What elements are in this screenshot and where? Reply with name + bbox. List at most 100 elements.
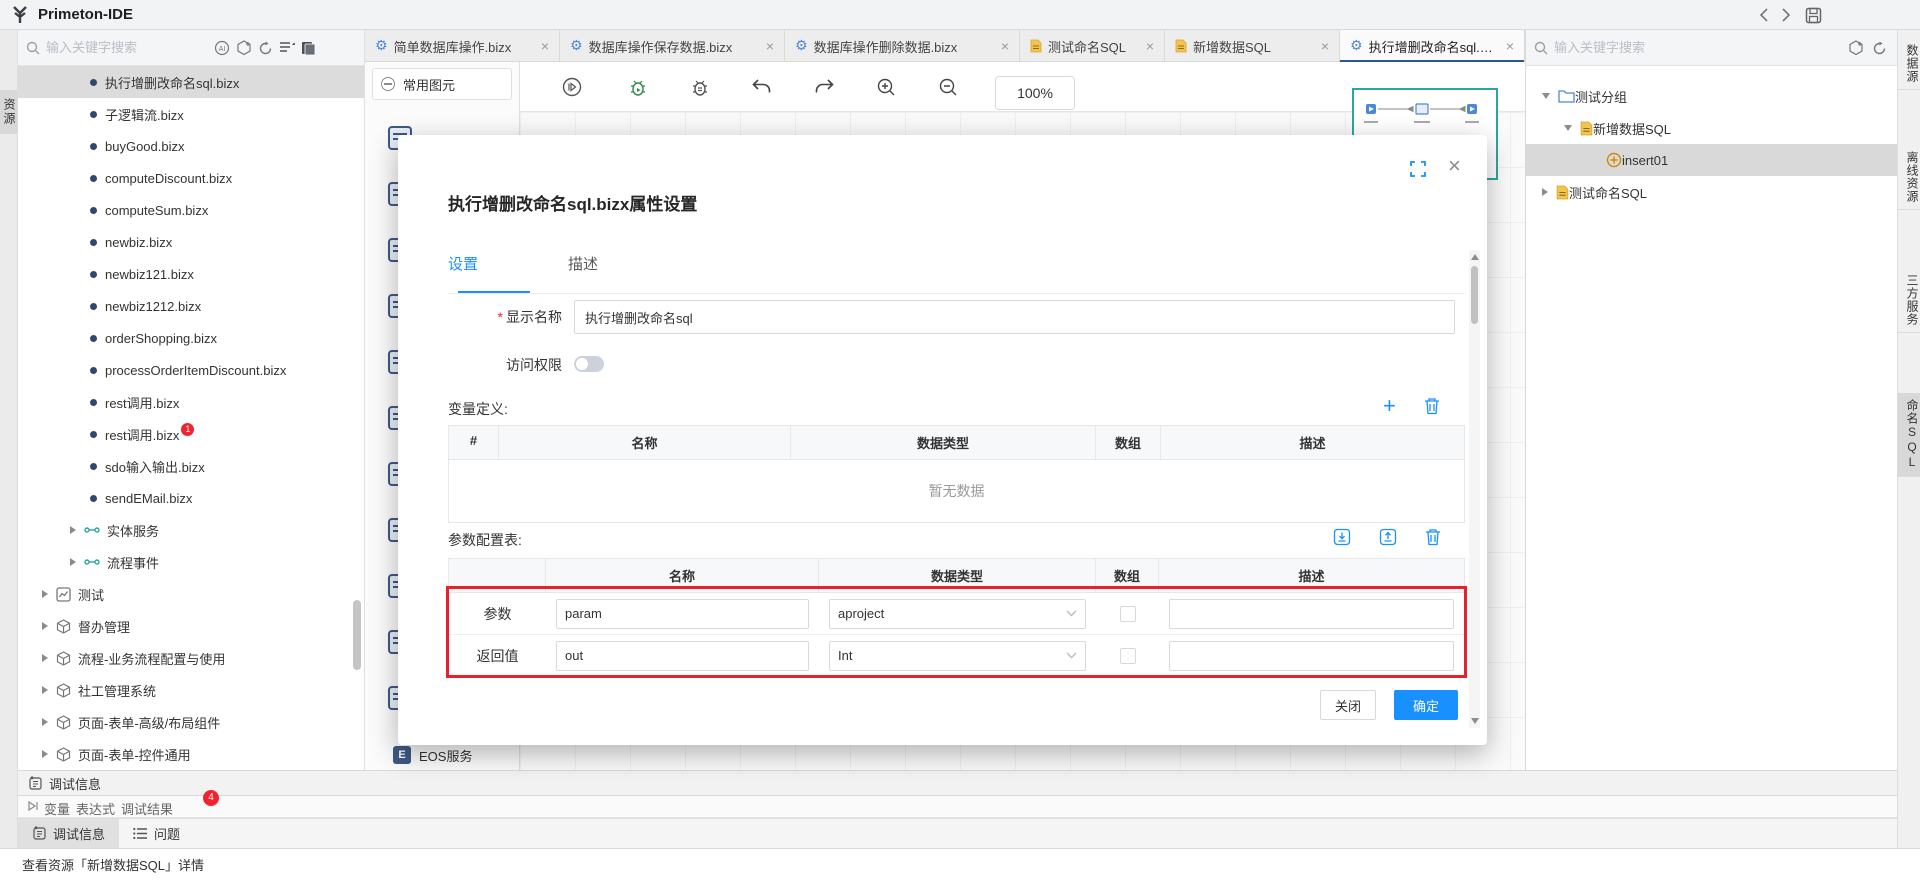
tree-section[interactable]: 督办管理 [18, 610, 364, 642]
param-type-select[interactable]: aproject [829, 599, 1086, 629]
subtab-variables[interactable]: 变量 [44, 799, 70, 818]
tree-item-sql[interactable]: 测试命名SQL [1526, 176, 1898, 208]
debug-info-bar[interactable]: 调试信息 [18, 770, 1897, 796]
scrollbar-thumb[interactable] [1471, 266, 1478, 324]
import-params-icon[interactable] [1333, 528, 1351, 546]
nav-back-icon[interactable] [1759, 8, 1768, 22]
scroll-down-icon[interactable] [1471, 718, 1479, 724]
tree-item[interactable]: computeSum.bizx [18, 194, 364, 226]
modal-scrollbar[interactable] [1469, 250, 1480, 728]
tree-item-group[interactable]: 测试分组 [1526, 80, 1898, 112]
tree-section[interactable]: 实体服务 [18, 514, 364, 546]
tree-item[interactable]: buyGood.bizx [18, 130, 364, 162]
tree-section[interactable]: 测试 [18, 578, 364, 610]
param-array-checkbox[interactable] [1120, 648, 1136, 664]
delete-variable-icon[interactable] [1424, 397, 1440, 415]
editor-tab-active[interactable]: ⚙执行增删改命名sql.bizx× [1340, 30, 1525, 62]
subtab-expressions[interactable]: 表达式 [76, 799, 115, 818]
save-icon[interactable] [1805, 7, 1822, 24]
left-rail-tab-resources[interactable]: 资源 [0, 90, 18, 134]
close-icon[interactable]: × [541, 38, 549, 54]
tree-item[interactable]: sdo输入输出.bizx [18, 450, 364, 482]
tree-item[interactable]: 执行增删改命名sql.bizx [18, 66, 364, 98]
refresh-icon[interactable] [1872, 41, 1887, 56]
redo-icon[interactable] [814, 79, 834, 95]
tree-item[interactable]: rest调用.bizx1 [18, 418, 364, 450]
left-rail: 资源 [0, 30, 18, 848]
access-toggle[interactable] [574, 356, 604, 372]
editor-tab[interactable]: ⚙数据库操作删除数据.bizx× [785, 30, 1020, 62]
param-desc-input[interactable] [1169, 641, 1454, 671]
debug-icon[interactable] [628, 77, 648, 97]
resources-search-input[interactable] [46, 40, 196, 55]
param-name-input[interactable] [556, 641, 809, 671]
editor-tab[interactable]: ⚙简单数据库操作.bizx× [365, 30, 560, 62]
bottom-tab-debug[interactable]: 调试信息 [18, 819, 119, 848]
close-icon[interactable]: × [1321, 38, 1329, 54]
rail-tab-thirdparty[interactable]: 三方服务 [1898, 268, 1920, 333]
zoom-level[interactable]: 100% [995, 76, 1075, 110]
tree-item[interactable]: 子逻辑流.bizx [18, 98, 364, 130]
editor-tab[interactable]: 测试命名SQL× [1020, 30, 1165, 62]
param-array-checkbox[interactable] [1120, 606, 1136, 622]
new-resource-icon[interactable] [236, 40, 252, 56]
param-name-input[interactable] [556, 599, 809, 629]
tree-item[interactable]: computeDiscount.bizx [18, 162, 364, 194]
close-icon[interactable]: × [1001, 38, 1009, 54]
palette-header[interactable]: 常用图元 [372, 68, 512, 100]
close-icon[interactable]: × [766, 38, 774, 54]
display-name-input[interactable] [574, 300, 1455, 334]
close-icon[interactable]: × [1448, 153, 1461, 179]
tree-section[interactable]: 页面-表单-高级/布局组件 [18, 706, 364, 738]
named-sql-search-input[interactable] [1554, 40, 1704, 55]
tree-item[interactable]: newbiz.bizx [18, 226, 364, 258]
rail-tab-datasource[interactable]: 数据源 [1898, 38, 1920, 90]
tree-item[interactable]: rest调用.bizx [18, 386, 364, 418]
gear-icon: ⚙ [375, 39, 388, 53]
modal-tab-settings[interactable]: 设置 [448, 253, 478, 295]
rail-tab-namedsql[interactable]: 命名SQL [1898, 393, 1920, 477]
zoom-out-icon[interactable] [938, 77, 958, 97]
fullscreen-icon[interactable] [1410, 161, 1426, 177]
tree-section[interactable]: 页面-表单-控件通用 [18, 738, 364, 770]
tree-item[interactable]: newbiz121.bizx [18, 258, 364, 290]
scroll-up-icon[interactable] [1471, 254, 1479, 260]
tree-section[interactable]: 流程事件 [18, 546, 364, 578]
tree-item[interactable]: processOrderItemDiscount.bizx [18, 354, 364, 386]
tree-item-insert[interactable]: insert01 [1526, 144, 1898, 176]
run-icon[interactable] [562, 77, 582, 97]
tree-item[interactable]: newbiz1212.bizx [18, 290, 364, 322]
sql-file-icon [1175, 39, 1187, 53]
export-params-icon[interactable] [1379, 528, 1397, 546]
close-button[interactable]: 关闭 [1320, 690, 1376, 720]
ai-icon[interactable]: AI [214, 40, 230, 56]
docs-icon[interactable] [301, 41, 316, 56]
close-icon[interactable]: × [1506, 38, 1514, 54]
param-desc-input[interactable] [1169, 599, 1454, 629]
editor-tab[interactable]: 新增数据SQL× [1165, 30, 1340, 62]
nav-forward-icon[interactable] [1782, 8, 1791, 22]
add-variable-icon[interactable]: + [1383, 397, 1396, 415]
bottom-tab-problems[interactable]: 问题 [119, 819, 194, 848]
param-type-select[interactable]: Int [829, 641, 1086, 671]
tree-section[interactable]: 社工管理系统 [18, 674, 364, 706]
deploy-icon[interactable] [690, 77, 710, 97]
delete-params-icon[interactable] [1425, 528, 1441, 546]
refresh-icon[interactable] [258, 41, 273, 56]
modal-tab-description[interactable]: 描述 [568, 253, 598, 295]
palette-item-eos[interactable]: EEOS服务 [365, 742, 519, 768]
sort-list-icon[interactable] [279, 41, 295, 55]
ok-button[interactable]: 确定 [1394, 690, 1458, 720]
undo-icon[interactable] [752, 79, 772, 95]
tree-section[interactable]: 流程-业务流程配置与使用 [18, 642, 364, 674]
subtab-debug-result[interactable]: 调试结果 [121, 799, 173, 818]
new-resource-icon[interactable] [1848, 40, 1864, 56]
scrollbar-thumb[interactable] [353, 600, 361, 670]
tree-item[interactable]: orderShopping.bizx [18, 322, 364, 354]
zoom-in-icon[interactable] [876, 77, 896, 97]
tree-item-sql[interactable]: 新增数据SQL [1526, 112, 1898, 144]
close-icon[interactable]: × [1146, 38, 1154, 54]
tree-item[interactable]: sendEMail.bizx [18, 482, 364, 514]
rail-tab-offline[interactable]: 离线资源 [1898, 145, 1920, 210]
editor-tab[interactable]: ⚙数据库操作保存数据.bizx× [560, 30, 785, 62]
